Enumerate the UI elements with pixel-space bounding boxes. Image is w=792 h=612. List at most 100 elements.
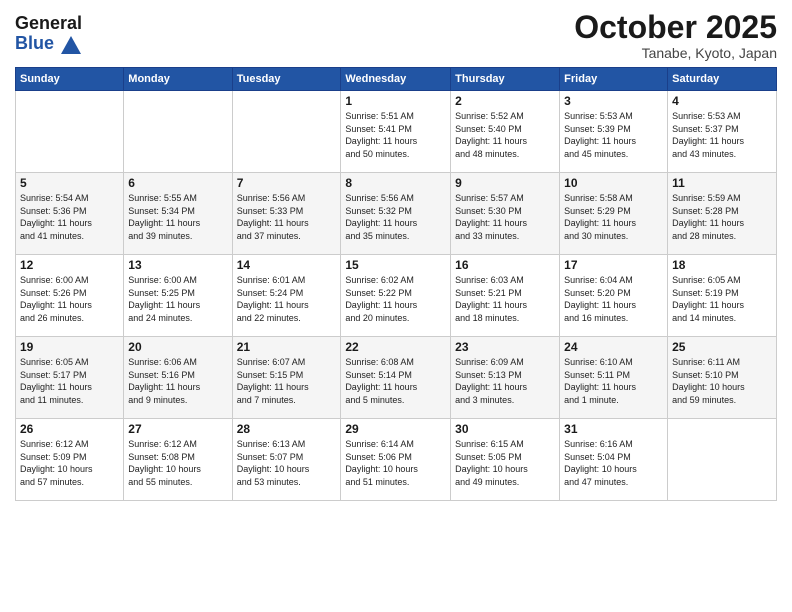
day-info: Sunrise: 5:57 AM Sunset: 5:30 PM Dayligh… — [455, 192, 555, 242]
calendar-cell — [124, 91, 232, 173]
calendar-cell: 21Sunrise: 6:07 AM Sunset: 5:15 PM Dayli… — [232, 337, 341, 419]
day-number: 9 — [455, 176, 555, 190]
calendar-cell: 8 Sunrise: 5:56 AM Sunset: 5:32 PM Daylig… — [341, 173, 451, 255]
day-info: Sunrise: 6:05 AM Sunset: 5:17 PM Dayligh… — [20, 356, 119, 406]
calendar-cell: 22Sunrise: 6:08 AM Sunset: 5:14 PM Dayli… — [341, 337, 451, 419]
calendar-cell: 7 Sunrise: 5:56 AM Sunset: 5:33 PM Daylig… — [232, 173, 341, 255]
calendar-page: General Blue October 2025 Tanabe, Kyoto,… — [0, 0, 792, 612]
day-number: 10 — [564, 176, 663, 190]
day-number: 28 — [237, 422, 337, 436]
calendar-cell: 15 Sunrise: 6:02 AM Sunset: 5:22 PM Dayli… — [341, 255, 451, 337]
day-number: 6 — [128, 176, 227, 190]
weekday-header-row: SundayMondayTuesdayWednesdayThursdayFrid… — [16, 68, 777, 91]
day-number: 20 — [128, 340, 227, 354]
calendar-cell: 30Sunrise: 6:15 AM Sunset: 5:05 PM Dayli… — [451, 419, 560, 501]
day-info: Sunrise: 5:54 AM Sunset: 5:36 PM Dayligh… — [20, 192, 119, 242]
day-number: 27 — [128, 422, 227, 436]
calendar-cell: 31Sunrise: 6:16 AM Sunset: 5:04 PM Dayli… — [560, 419, 668, 501]
day-number: 15 — [345, 258, 446, 272]
day-number: 11 — [672, 176, 772, 190]
weekday-header-monday: Monday — [124, 68, 232, 91]
day-info: Sunrise: 6:08 AM Sunset: 5:14 PM Dayligh… — [345, 356, 446, 406]
day-info: Sunrise: 5:55 AM Sunset: 5:34 PM Dayligh… — [128, 192, 227, 242]
calendar-cell: 2 Sunrise: 5:52 AM Sunset: 5:40 PM Daylig… — [451, 91, 560, 173]
calendar-cell: 20Sunrise: 6:06 AM Sunset: 5:16 PM Dayli… — [124, 337, 232, 419]
weekday-header-saturday: Saturday — [668, 68, 777, 91]
day-info: Sunrise: 6:14 AM Sunset: 5:06 PM Dayligh… — [345, 438, 446, 488]
calendar-cell: 9 Sunrise: 5:57 AM Sunset: 5:30 PM Daylig… — [451, 173, 560, 255]
day-info: Sunrise: 6:12 AM Sunset: 5:08 PM Dayligh… — [128, 438, 227, 488]
calendar-cell: 5 Sunrise: 5:54 AM Sunset: 5:36 PM Daylig… — [16, 173, 124, 255]
day-number: 16 — [455, 258, 555, 272]
day-info: Sunrise: 6:07 AM Sunset: 5:15 PM Dayligh… — [237, 356, 337, 406]
calendar-cell: 29 Sunrise: 6:14 AM Sunset: 5:06 PM Dayli… — [341, 419, 451, 501]
day-number: 25 — [672, 340, 772, 354]
day-number: 26 — [20, 422, 119, 436]
day-info: Sunrise: 5:58 AM Sunset: 5:29 PM Dayligh… — [564, 192, 663, 242]
day-number: 14 — [237, 258, 337, 272]
calendar-cell: 26 Sunrise: 6:12 AM Sunset: 5:09 PM Dayli… — [16, 419, 124, 501]
calendar-cell: 23 Sunrise: 6:09 AM Sunset: 5:13 PM Dayli… — [451, 337, 560, 419]
day-info: Sunrise: 6:02 AM Sunset: 5:22 PM Dayligh… — [345, 274, 446, 324]
location-subtitle: Tanabe, Kyoto, Japan — [574, 45, 777, 61]
calendar-cell: 11 Sunrise: 5:59 AM Sunset: 5:28 PM Dayli… — [668, 173, 777, 255]
day-info: Sunrise: 6:16 AM Sunset: 5:04 PM Dayligh… — [564, 438, 663, 488]
day-number: 23 — [455, 340, 555, 354]
day-info: Sunrise: 6:09 AM Sunset: 5:13 PM Dayligh… — [455, 356, 555, 406]
day-info: Sunrise: 5:56 AM Sunset: 5:32 PM Dayligh… — [345, 192, 446, 242]
title-block: October 2025 Tanabe, Kyoto, Japan — [574, 10, 777, 61]
day-number: 5 — [20, 176, 119, 190]
day-info: Sunrise: 5:51 AM Sunset: 5:41 PM Dayligh… — [345, 110, 446, 160]
day-info: Sunrise: 6:11 AM Sunset: 5:10 PM Dayligh… — [672, 356, 772, 406]
day-number: 12 — [20, 258, 119, 272]
calendar-table: SundayMondayTuesdayWednesdayThursdayFrid… — [15, 67, 777, 501]
calendar-cell: 12 Sunrise: 6:00 AM Sunset: 5:26 PM Dayli… — [16, 255, 124, 337]
calendar-cell — [668, 419, 777, 501]
day-number: 7 — [237, 176, 337, 190]
day-number: 19 — [20, 340, 119, 354]
calendar-cell: 10 Sunrise: 5:58 AM Sunset: 5:29 PM Dayli… — [560, 173, 668, 255]
calendar-cell: 19 Sunrise: 6:05 AM Sunset: 5:17 PM Dayli… — [16, 337, 124, 419]
day-info: Sunrise: 6:12 AM Sunset: 5:09 PM Dayligh… — [20, 438, 119, 488]
day-info: Sunrise: 6:00 AM Sunset: 5:25 PM Dayligh… — [128, 274, 227, 324]
calendar-cell: 16 Sunrise: 6:03 AM Sunset: 5:21 PM Dayli… — [451, 255, 560, 337]
calendar-cell: 24 Sunrise: 6:10 AM Sunset: 5:11 PM Dayli… — [560, 337, 668, 419]
day-info: Sunrise: 5:53 AM Sunset: 5:37 PM Dayligh… — [672, 110, 772, 160]
day-info: Sunrise: 5:59 AM Sunset: 5:28 PM Dayligh… — [672, 192, 772, 242]
day-info: Sunrise: 5:56 AM Sunset: 5:33 PM Dayligh… — [237, 192, 337, 242]
logo: General Blue — [15, 10, 82, 54]
calendar-cell: 4 Sunrise: 5:53 AM Sunset: 5:37 PM Daylig… — [668, 91, 777, 173]
day-number: 24 — [564, 340, 663, 354]
calendar-cell: 3 Sunrise: 5:53 AM Sunset: 5:39 PM Daylig… — [560, 91, 668, 173]
month-title: October 2025 — [574, 10, 777, 45]
calendar-cell: 27 Sunrise: 6:12 AM Sunset: 5:08 PM Dayli… — [124, 419, 232, 501]
day-number: 1 — [345, 94, 446, 108]
day-number: 3 — [564, 94, 663, 108]
day-number: 29 — [345, 422, 446, 436]
day-number: 2 — [455, 94, 555, 108]
day-info: Sunrise: 6:03 AM Sunset: 5:21 PM Dayligh… — [455, 274, 555, 324]
week-row-2: 5 Sunrise: 5:54 AM Sunset: 5:36 PM Daylig… — [16, 173, 777, 255]
weekday-header-tuesday: Tuesday — [232, 68, 341, 91]
day-info: Sunrise: 5:52 AM Sunset: 5:40 PM Dayligh… — [455, 110, 555, 160]
calendar-cell — [16, 91, 124, 173]
day-info: Sunrise: 6:04 AM Sunset: 5:20 PM Dayligh… — [564, 274, 663, 324]
day-info: Sunrise: 5:53 AM Sunset: 5:39 PM Dayligh… — [564, 110, 663, 160]
day-number: 13 — [128, 258, 227, 272]
week-row-5: 26 Sunrise: 6:12 AM Sunset: 5:09 PM Dayli… — [16, 419, 777, 501]
calendar-cell: 1 Sunrise: 5:51 AM Sunset: 5:41 PM Daylig… — [341, 91, 451, 173]
day-info: Sunrise: 6:15 AM Sunset: 5:05 PM Dayligh… — [455, 438, 555, 488]
week-row-4: 19 Sunrise: 6:05 AM Sunset: 5:17 PM Dayli… — [16, 337, 777, 419]
logo-text: General Blue — [15, 14, 82, 54]
day-number: 17 — [564, 258, 663, 272]
calendar-cell: 14 Sunrise: 6:01 AM Sunset: 5:24 PM Dayli… — [232, 255, 341, 337]
day-number: 18 — [672, 258, 772, 272]
day-info: Sunrise: 6:10 AM Sunset: 5:11 PM Dayligh… — [564, 356, 663, 406]
day-info: Sunrise: 6:00 AM Sunset: 5:26 PM Dayligh… — [20, 274, 119, 324]
day-info: Sunrise: 6:13 AM Sunset: 5:07 PM Dayligh… — [237, 438, 337, 488]
weekday-header-thursday: Thursday — [451, 68, 560, 91]
day-number: 8 — [345, 176, 446, 190]
day-info: Sunrise: 6:01 AM Sunset: 5:24 PM Dayligh… — [237, 274, 337, 324]
day-number: 4 — [672, 94, 772, 108]
calendar-cell: 18Sunrise: 6:05 AM Sunset: 5:19 PM Dayli… — [668, 255, 777, 337]
